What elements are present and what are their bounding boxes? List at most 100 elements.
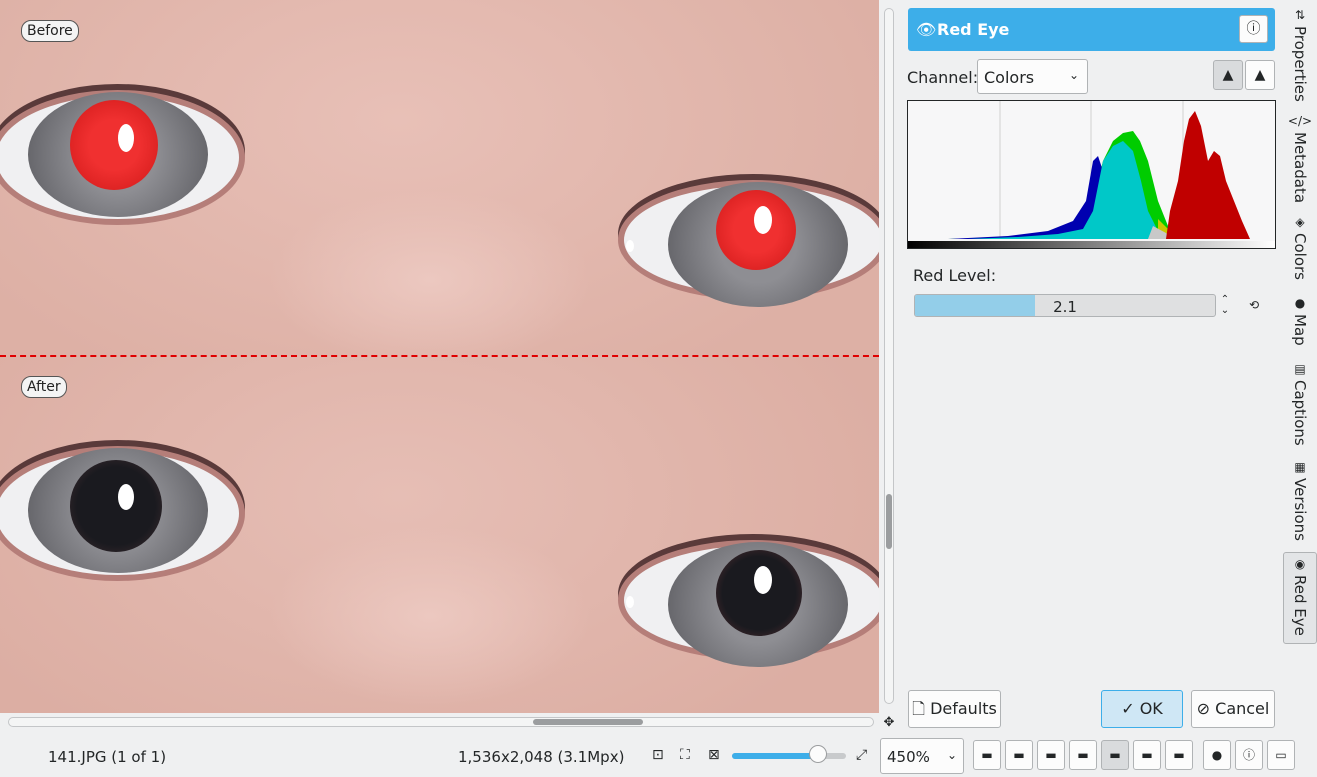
log-histogram-icon: ▲	[1254, 67, 1266, 83]
overexposure-icon: ⓘ	[1242, 748, 1255, 762]
info-button[interactable]: ⓘ	[1239, 15, 1268, 43]
versions-icon: ▦	[1294, 460, 1306, 474]
tab-label: Map	[1291, 314, 1309, 346]
tab-versions[interactable]: ▦ Versions	[1283, 460, 1317, 541]
tab-metadata[interactable]: </> Metadata	[1283, 114, 1317, 203]
histogram-red-channel	[1166, 111, 1250, 239]
red-level-slider[interactable]: 2.1	[914, 294, 1216, 317]
cancel-label: Cancel	[1215, 699, 1270, 718]
chevron-down-icon: ⌄	[946, 748, 957, 762]
preview-both-horizontal-button[interactable]: ▬	[1037, 740, 1065, 770]
info-icon: ⓘ	[1246, 21, 1261, 37]
channel-value: Colors	[984, 68, 1035, 87]
red-level-spinner[interactable]: ⌃ ⌄	[1219, 294, 1231, 316]
right-eye	[618, 172, 879, 312]
fullscreen-icon[interactable]: ⤢	[856, 747, 867, 763]
preview-original-button[interactable]: ▬	[973, 740, 1001, 770]
eye-icon: 👁	[916, 20, 937, 39]
red-eye-icon: ◉	[1294, 557, 1306, 571]
horizontal-scrollbar[interactable]	[8, 717, 874, 727]
zoom-slider[interactable]	[732, 745, 846, 763]
tab-colors[interactable]: ◈ Colors	[1283, 215, 1317, 280]
image-dimensions: 1,536x2,048 (3.1Mpx)	[458, 748, 625, 766]
tab-label: Properties	[1291, 26, 1309, 102]
overexposure-button[interactable]: ⓘ	[1235, 740, 1263, 770]
status-bar: 141.JPG (1 of 1) 1,536x2,048 (3.1Mpx) ⊡ …	[0, 735, 1317, 777]
before-image: Before	[0, 0, 879, 356]
channel-label: Channel:	[907, 68, 979, 87]
after-image: After	[0, 356, 879, 713]
left-eye	[0, 436, 250, 586]
check-icon: ✓	[1121, 699, 1140, 718]
channel-select[interactable]: Colors ⌄	[977, 59, 1088, 94]
horizontal-scroll-thumb[interactable]	[533, 719, 643, 725]
map-icon: ●	[1294, 296, 1306, 310]
split-divider	[0, 355, 879, 357]
red-level-label: Red Level:	[913, 266, 997, 285]
underexposure-button[interactable]: ●	[1203, 740, 1231, 770]
tool-header: 👁 Red Eye ⓘ	[908, 8, 1275, 51]
document-icon: 🗋	[912, 699, 931, 718]
tab-properties[interactable]: ⇅ Properties	[1283, 8, 1317, 102]
preview-target-button[interactable]: ▬	[1133, 740, 1161, 770]
reset-icon[interactable]: ⟲	[1249, 298, 1259, 312]
ok-label: OK	[1139, 699, 1163, 718]
zoom-select[interactable]: 450% ⌄	[880, 738, 964, 774]
zoom-value: 450%	[887, 748, 930, 766]
vertical-scrollbar[interactable]	[884, 8, 894, 704]
tab-map[interactable]: ● Map	[1283, 296, 1317, 346]
vertical-scroll-thumb[interactable]	[886, 494, 892, 549]
ok-button[interactable]: ✓ OK	[1101, 690, 1183, 728]
chevron-down-icon: ⌄	[1068, 68, 1079, 82]
image-icon: ▬	[1013, 748, 1025, 762]
image-icon: ▬	[1173, 748, 1185, 762]
tool-title: Red Eye	[937, 20, 1010, 39]
preview-mouse-over-button[interactable]: ▬	[1165, 740, 1193, 770]
color-management-button[interactable]: ▭	[1267, 740, 1295, 770]
zoom-100-icon[interactable]: ⊠	[708, 747, 720, 763]
chevron-down-icon[interactable]: ⌄	[1219, 305, 1231, 316]
filename: 141.JPG (1 of 1)	[48, 748, 167, 766]
colors-icon: ◈	[1295, 215, 1305, 229]
preview-duplicate-vertical-button[interactable]: ▬	[1069, 740, 1097, 770]
zoom-fit-window-icon[interactable]: ⛶	[680, 747, 690, 763]
cancel-icon: ⊘	[1196, 699, 1216, 718]
image-icon: ▬	[981, 748, 993, 762]
histogram[interactable]	[907, 100, 1276, 249]
linear-histogram-button[interactable]: ▲	[1213, 60, 1243, 90]
underexposure-icon: ●	[1211, 748, 1223, 762]
tab-label: Versions	[1291, 478, 1309, 541]
tab-label: Red Eye	[1291, 575, 1309, 636]
zoom-to-fit-icon[interactable]: ⊡	[652, 747, 664, 763]
tab-label: Colors	[1291, 233, 1309, 280]
tab-red-eye[interactable]: ◉ Red Eye	[1283, 552, 1317, 644]
chevron-up-icon[interactable]: ⌃	[1219, 294, 1231, 305]
defaults-button[interactable]: 🗋 Defaults	[908, 690, 1001, 728]
after-label: After	[21, 376, 67, 398]
defaults-label: Defaults	[930, 699, 997, 718]
image-preview[interactable]: Before After	[0, 0, 879, 713]
tab-label: Metadata	[1291, 132, 1309, 204]
preview-both-vertical-button[interactable]: ▬	[1005, 740, 1033, 770]
image-icon: ▬	[1045, 748, 1057, 762]
tab-label: Captions	[1291, 380, 1309, 446]
sidebar-tabs: ⇅ Properties </> Metadata ◈ Colors ● Map ▤ Ca…	[1283, 0, 1317, 777]
tab-captions[interactable]: ▤ Captions	[1283, 362, 1317, 446]
image-icon: ▬	[1141, 748, 1153, 762]
left-eye	[0, 80, 250, 230]
zoom-slider-handle[interactable]	[808, 745, 827, 763]
monitor-icon: ▭	[1275, 748, 1287, 762]
right-eye	[618, 532, 879, 672]
red-level-value: 2.1	[1053, 298, 1077, 316]
properties-icon: ⇅	[1294, 8, 1306, 22]
pan-icon[interactable]: ✥	[880, 714, 898, 732]
preview-duplicate-horizontal-button[interactable]: ▬	[1101, 740, 1129, 770]
before-label: Before	[21, 20, 79, 42]
metadata-icon: </>	[1287, 114, 1313, 128]
linear-histogram-icon: ▲	[1222, 67, 1234, 83]
zoom-slider-fill	[732, 753, 818, 759]
log-histogram-button[interactable]: ▲	[1245, 60, 1275, 90]
cancel-button[interactable]: ⊘ Cancel	[1191, 690, 1275, 728]
captions-icon: ▤	[1294, 362, 1306, 376]
image-icon: ▬	[1077, 748, 1089, 762]
